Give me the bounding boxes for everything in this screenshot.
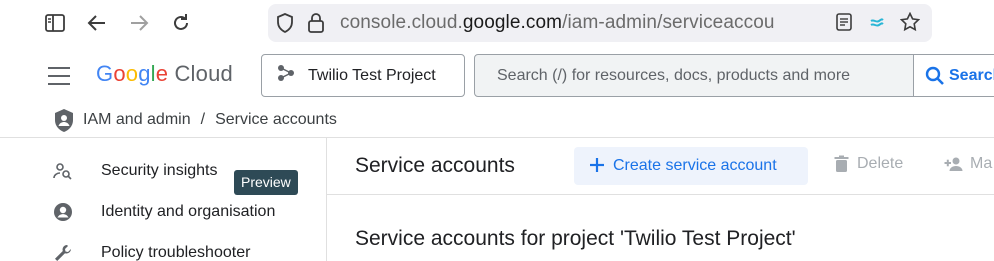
sidebar-item-security-insights[interactable]: Security insights Preview: [0, 150, 326, 195]
security-insights-icon: [52, 161, 74, 181]
section-title: Service accounts for project 'Twilio Tes…: [355, 227, 796, 250]
page-toolbar: Service accounts Create service account …: [327, 138, 994, 195]
project-name: Twilio Test Project: [308, 66, 436, 84]
browser-toolbar: console.cloud.google.com/iam-admin/servi…: [0, 0, 994, 48]
search-icon: [925, 66, 944, 85]
delete-button-label: Delete: [857, 155, 904, 172]
search-button[interactable]: Search: [913, 54, 994, 97]
url-path: /iam-admin/serviceaccou: [562, 12, 775, 33]
search-field[interactable]: [474, 54, 914, 97]
logo-product: Cloud: [174, 61, 233, 86]
person-add-icon: [944, 157, 963, 171]
wrench-icon: [52, 243, 74, 261]
create-service-account-button[interactable]: Create service account: [574, 147, 808, 185]
breadcrumb-page: Service accounts: [215, 111, 337, 128]
sidebar-item-label: Security insights: [101, 162, 218, 179]
url-text: console.cloud.google.com/iam-admin/servi…: [340, 12, 830, 34]
sidebar: Security insights Preview Identity and o…: [0, 138, 327, 261]
page-title: Service accounts: [355, 154, 515, 177]
logo-letter: g: [138, 61, 151, 86]
logo-letter: o: [125, 61, 139, 86]
delete-button[interactable]: Delete: [834, 155, 903, 173]
reload-icon[interactable]: [170, 12, 192, 34]
menu-icon[interactable]: [46, 64, 72, 88]
trash-icon: [834, 155, 849, 172]
console-header: Google Cloud Twilio Test Project Search: [0, 48, 994, 104]
manage-access-button[interactable]: Ma: [944, 155, 992, 173]
main-content: Service accounts Create service account …: [327, 138, 994, 261]
breadcrumb-separator: /: [200, 111, 206, 128]
extension-icon[interactable]: [868, 13, 886, 36]
project-icon: [276, 63, 296, 88]
reader-mode-icon[interactable]: [836, 13, 852, 36]
plus-icon: [589, 156, 605, 176]
lock-icon[interactable]: [308, 13, 324, 38]
account-circle-icon: [52, 202, 74, 222]
sidebar-item-identity-and-organisation[interactable]: Identity and organisation: [0, 191, 326, 233]
logo-letter: o: [113, 61, 126, 86]
forward-icon[interactable]: [128, 12, 150, 34]
iam-shield-icon: [53, 108, 75, 139]
breadcrumb: IAM and admin / Service accounts: [0, 104, 994, 138]
google-cloud-logo[interactable]: Google Cloud: [96, 61, 233, 87]
create-button-label: Create service account: [613, 157, 777, 174]
sidebar-item-label: Policy troubleshooter: [101, 244, 251, 261]
logo-letter: e: [155, 61, 169, 86]
project-selector-button[interactable]: Twilio Test Project: [261, 54, 465, 97]
back-icon[interactable]: [86, 12, 108, 34]
search-input[interactable]: [475, 66, 913, 85]
address-bar[interactable]: console.cloud.google.com/iam-admin/servi…: [268, 4, 932, 42]
bookmark-star-icon[interactable]: [899, 11, 921, 37]
logo-letter: G: [96, 61, 114, 86]
sidebar-item-policy-troubleshooter[interactable]: Policy troubleshooter: [0, 232, 326, 261]
manage-button-label: Ma: [970, 155, 993, 172]
sidebar-icon[interactable]: [44, 12, 66, 34]
sidebar-item-label: Identity and organisation: [101, 203, 276, 220]
url-host: google.com: [462, 12, 563, 33]
url-prefix: console.cloud.: [340, 12, 463, 33]
breadcrumb-section[interactable]: IAM and admin: [83, 111, 191, 128]
shield-icon[interactable]: [276, 13, 294, 38]
search-button-label: Search: [949, 66, 994, 84]
